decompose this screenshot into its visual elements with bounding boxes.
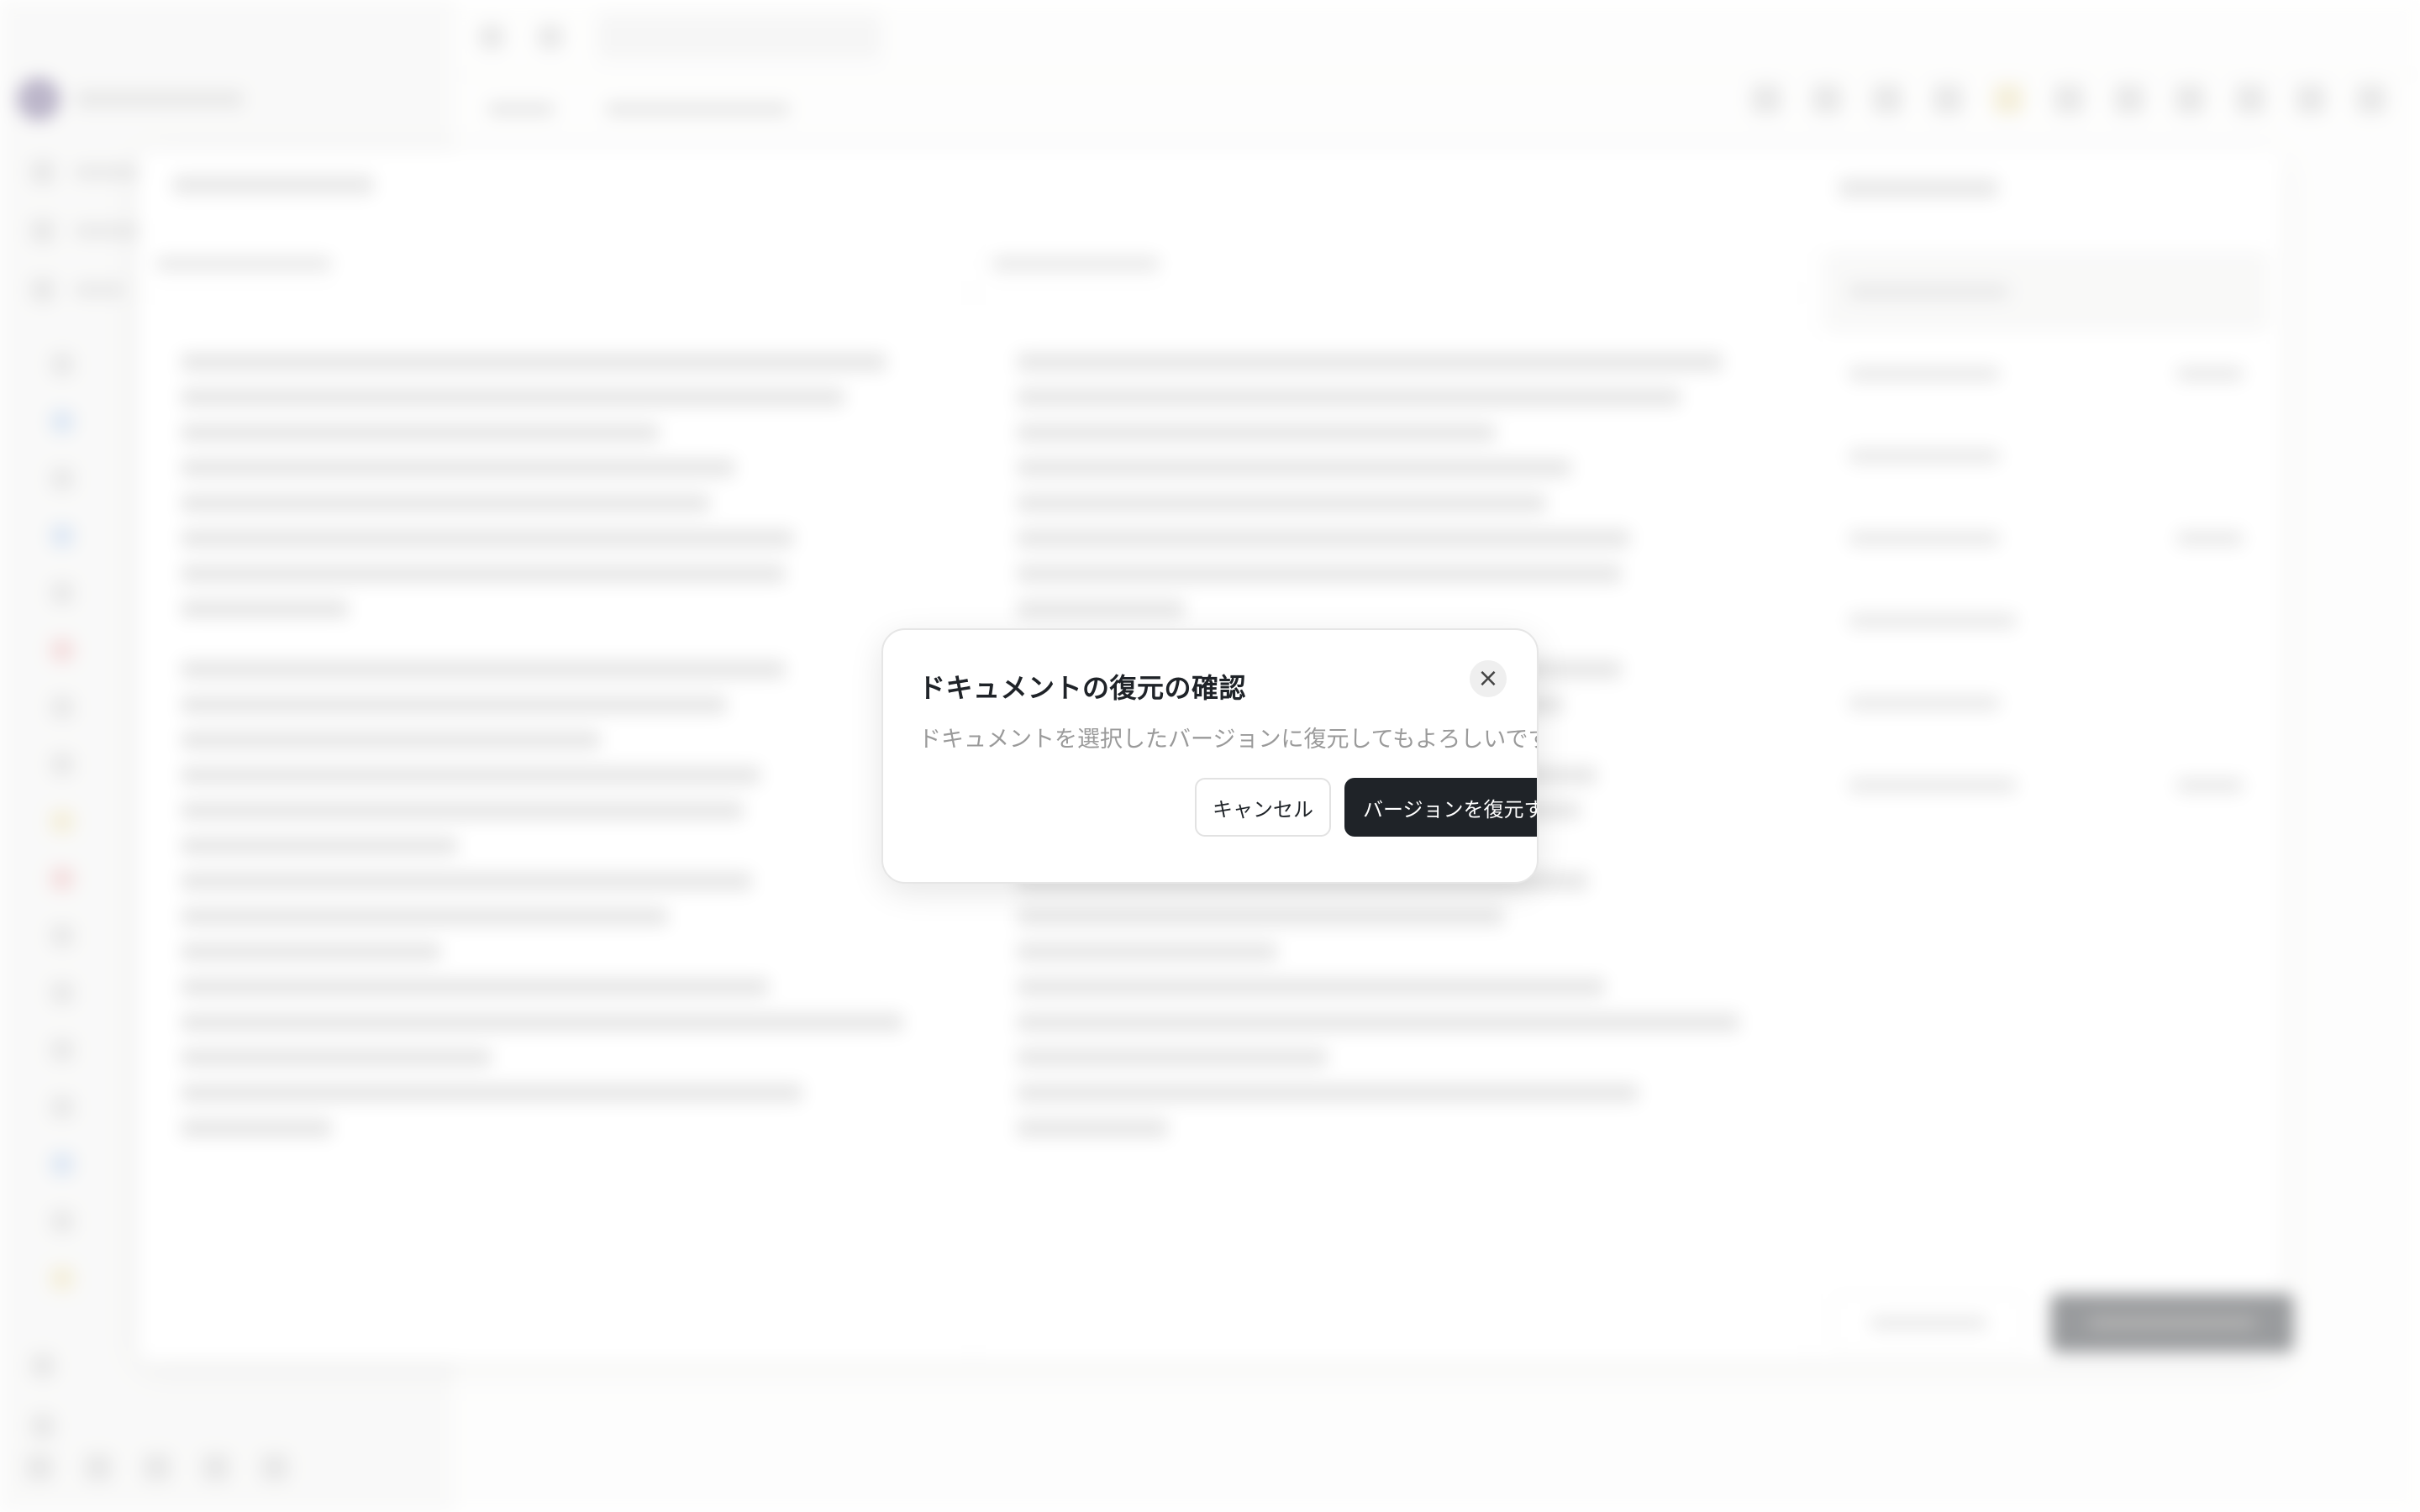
dialog-actions: キャンセル バージョンを復元する [1195,778,1537,837]
close-button[interactable]: × [1470,660,1507,697]
restore-confirm-dialog: ドキュメントの復元の確認 × ドキュメントを選択したバージョンに復元してもよろし… [881,628,1539,884]
restore-version-button[interactable]: バージョンを復元する [1344,778,1537,837]
close-icon: × [1477,664,1499,693]
dialog-description: ドキュメントを選択したバージョンに復元してもよろしいですか？ [918,727,1539,753]
cancel-button[interactable]: キャンセル [1195,778,1331,837]
dialog-title: ドキュメントの復元の確認 [918,672,1247,704]
